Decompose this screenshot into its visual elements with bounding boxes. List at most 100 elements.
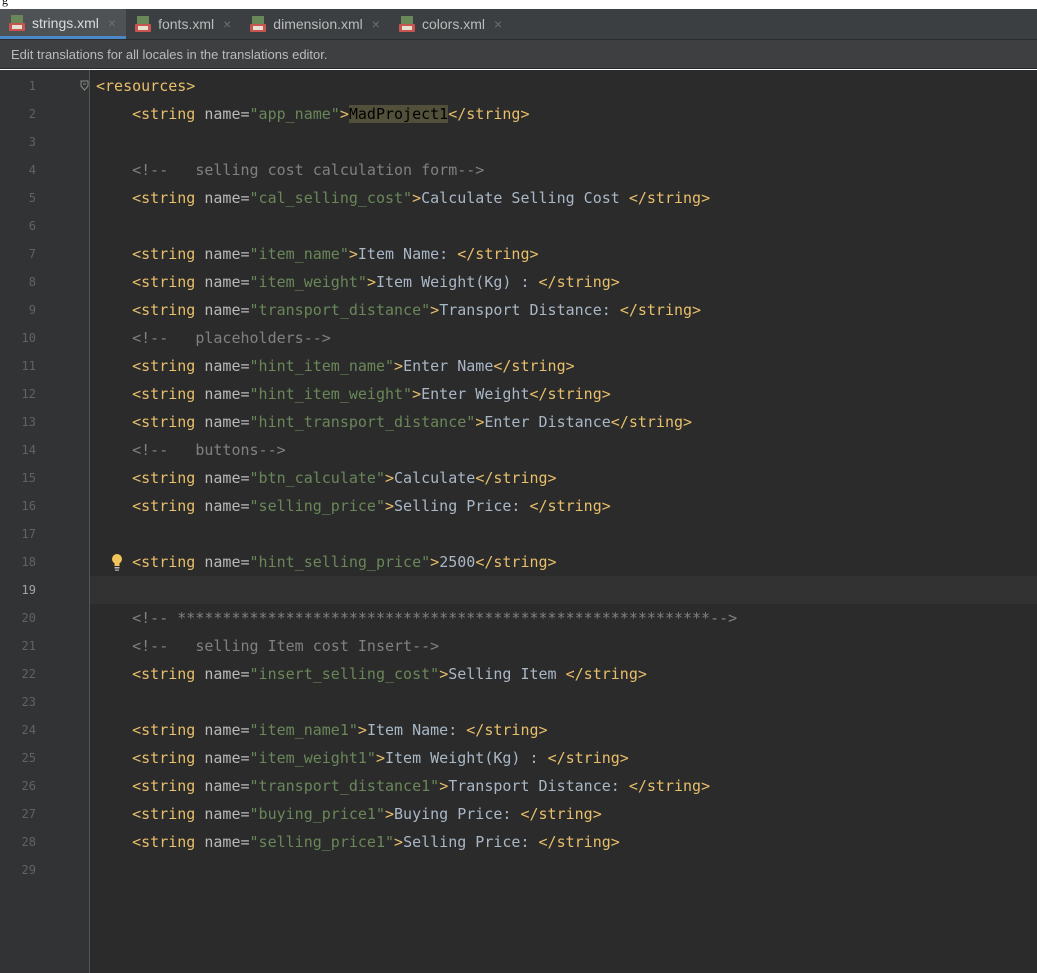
- code-line[interactable]: <!-- ***********************************…: [96, 604, 737, 632]
- code-line[interactable]: <resources>: [96, 72, 195, 100]
- code-line[interactable]: <string name="btn_calculate">Calculate</…: [96, 464, 556, 492]
- code-line[interactable]: <string name="hint_transport_distance">E…: [96, 408, 692, 436]
- line-number: 11: [21, 359, 36, 373]
- code-line[interactable]: <string name="item_name1">Item Name: </s…: [96, 716, 548, 744]
- code-line[interactable]: <string name="app_name">MadProject1</str…: [96, 100, 530, 128]
- code-token: name=: [204, 553, 250, 571]
- code-token: >: [439, 777, 449, 795]
- code-token: <string: [96, 497, 205, 515]
- code-token: <!-- selling Item cost Insert-->: [96, 637, 440, 655]
- code-token: <string: [96, 413, 205, 431]
- code-token: >: [439, 665, 449, 683]
- code-token: "item_weight": [249, 273, 367, 291]
- code-token: "hint_selling_price": [249, 553, 431, 571]
- code-token: "item_name1": [249, 721, 358, 739]
- close-icon[interactable]: ×: [223, 16, 231, 32]
- code-token: <!-- buttons-->: [96, 441, 286, 459]
- editor-tab-bar: strings.xml × fonts.xml × dimension.xml …: [0, 9, 1037, 40]
- xml-file-icon: [8, 14, 26, 32]
- code-line[interactable]: <string name="item_name">Item Name: </st…: [96, 240, 538, 268]
- tab-label: dimension.xml: [273, 16, 363, 32]
- xml-file-icon: [249, 15, 267, 33]
- code-token: >: [357, 721, 367, 739]
- fold-marker-icon[interactable]: [80, 80, 89, 91]
- close-icon[interactable]: ×: [108, 15, 116, 31]
- code-token: <string: [96, 357, 205, 375]
- code-token: <!-- placeholders-->: [96, 329, 331, 347]
- code-token: >: [385, 497, 395, 515]
- code-token: <string: [96, 301, 205, 319]
- code-token: <string: [96, 245, 205, 263]
- code-line[interactable]: <string name="transport_distance">Transp…: [96, 296, 701, 324]
- code-line[interactable]: <string name="cal_selling_cost">Calculat…: [96, 184, 710, 212]
- code-token: >: [375, 749, 385, 767]
- code-line[interactable]: <!-- selling Item cost Insert-->: [96, 632, 439, 660]
- code-line[interactable]: <string name="transport_distance1">Trans…: [96, 772, 710, 800]
- code-line[interactable]: <string name="selling_price">Selling Pri…: [96, 492, 611, 520]
- line-number: 26: [21, 779, 36, 793]
- code-line[interactable]: <string name="selling_price1">Selling Pr…: [96, 828, 620, 856]
- code-token: <string: [96, 469, 205, 487]
- tab-fonts-xml[interactable]: fonts.xml ×: [126, 9, 241, 39]
- code-line[interactable]: <string name="hint_selling_price">2500</…: [96, 548, 556, 576]
- tab-label: strings.xml: [32, 14, 99, 31]
- code-line[interactable]: <string name="buying_price1">Buying Pric…: [96, 800, 602, 828]
- code-token: <string: [96, 273, 205, 291]
- line-number: 16: [21, 499, 36, 513]
- code-token: </string>: [547, 749, 629, 767]
- code-token: <string: [96, 385, 205, 403]
- code-token: >: [385, 805, 395, 823]
- close-icon[interactable]: ×: [494, 16, 502, 32]
- corner-fragment: g: [2, 0, 8, 7]
- code-token: Calculate: [394, 469, 476, 487]
- code-token: "btn_calculate": [249, 469, 385, 487]
- code-token: name=: [204, 665, 250, 683]
- line-number: 6: [28, 219, 36, 233]
- lightbulb-icon[interactable]: [110, 553, 124, 571]
- code-token: >: [385, 469, 395, 487]
- line-number: 24: [21, 723, 36, 737]
- line-number: 19: [21, 583, 36, 597]
- code-token: "cal_selling_cost": [249, 189, 413, 207]
- code-token: "selling_price1": [249, 833, 395, 851]
- line-number: 8: [28, 275, 36, 289]
- tab-dimension-xml[interactable]: dimension.xml ×: [241, 9, 390, 39]
- code-token: "transport_distance": [249, 301, 431, 319]
- line-number: 29: [21, 863, 36, 877]
- code-token: </string>: [466, 721, 548, 739]
- info-bar-text[interactable]: Edit translations for all locales in the…: [11, 47, 328, 62]
- code-line[interactable]: <string name="item_weight1">Item Weight(…: [96, 744, 629, 772]
- code-token: <string: [96, 665, 205, 683]
- line-number: 15: [21, 471, 36, 485]
- code-line[interactable]: <string name="hint_item_name">Enter Name…: [96, 352, 575, 380]
- code-line[interactable]: <!-- placeholders-->: [96, 324, 331, 352]
- code-line[interactable]: <string name="hint_item_weight">Enter We…: [96, 380, 611, 408]
- close-icon[interactable]: ×: [372, 16, 380, 32]
- code-line[interactable]: <!-- buttons-->: [96, 436, 286, 464]
- code-token: >: [348, 245, 358, 263]
- code-token: >: [430, 553, 440, 571]
- top-margin: g: [0, 0, 1037, 9]
- code-line[interactable]: <!-- selling cost calculation form-->: [96, 156, 484, 184]
- line-number: 28: [21, 835, 36, 849]
- code-token: name=: [204, 357, 250, 375]
- line-number: 23: [21, 695, 36, 709]
- xml-file-icon: [134, 15, 152, 33]
- code-editor[interactable]: <resources> <string name="app_name">MadP…: [0, 70, 1037, 973]
- code-token: >: [394, 357, 404, 375]
- code-token: name=: [204, 469, 250, 487]
- code-line[interactable]: <string name="item_weight">Item Weight(K…: [96, 268, 620, 296]
- code-token: <string: [96, 721, 205, 739]
- current-line-highlight: [90, 576, 1037, 604]
- code-token: "selling_price": [249, 497, 385, 515]
- code-token: MadProject1: [348, 105, 449, 123]
- code-token: name=: [204, 385, 250, 403]
- code-line[interactable]: <string name="insert_selling_cost">Selli…: [96, 660, 647, 688]
- line-number: 22: [21, 667, 36, 681]
- code-token: </string>: [628, 777, 711, 795]
- code-token: </string>: [628, 189, 711, 207]
- tab-colors-xml[interactable]: colors.xml ×: [390, 9, 512, 39]
- code-token: name=: [204, 245, 250, 263]
- line-number: 18: [21, 555, 36, 569]
- tab-strings-xml[interactable]: strings.xml ×: [0, 9, 127, 39]
